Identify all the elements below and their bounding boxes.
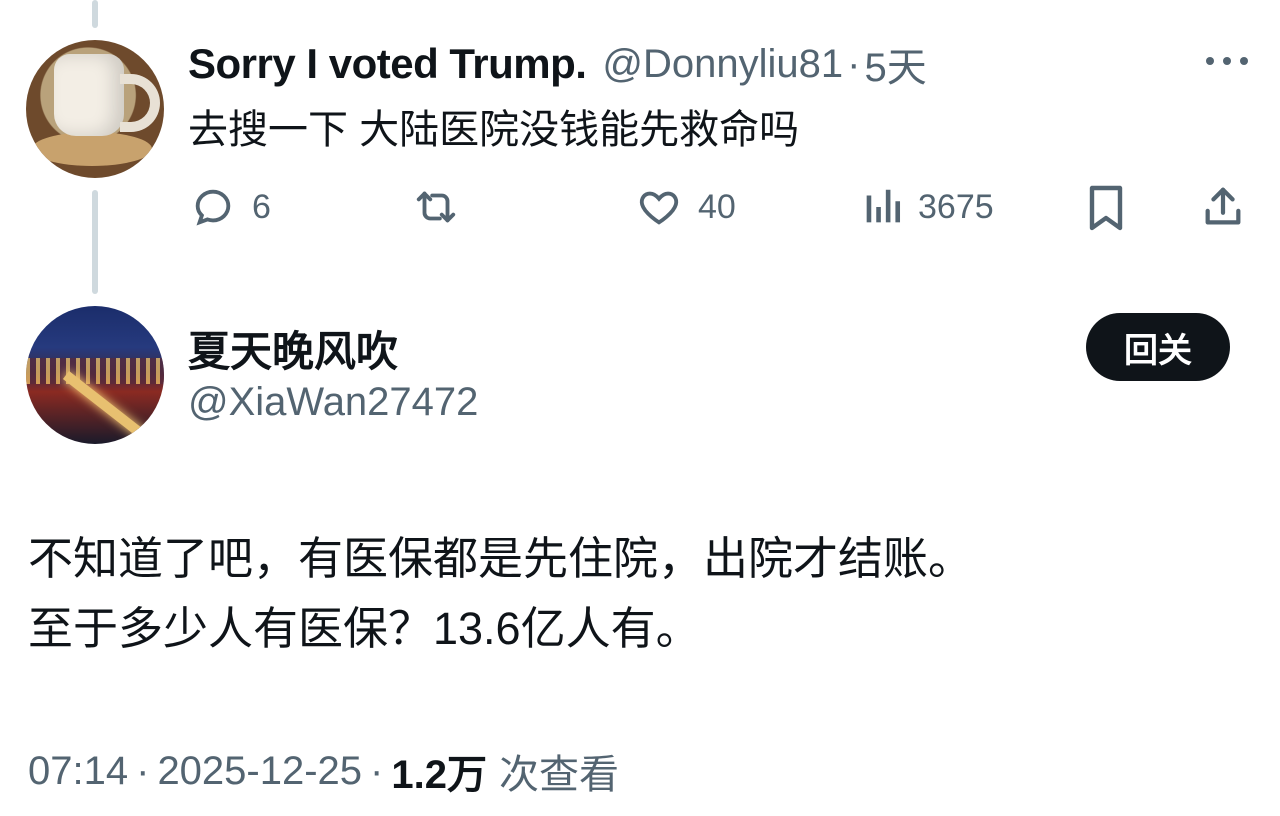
bookmark-icon: [1089, 185, 1123, 231]
tweet-time[interactable]: 07:14: [28, 749, 128, 794]
retweet-icon: [416, 191, 456, 223]
main-display-name[interactable]: 夏天晚风吹: [188, 318, 398, 379]
parent-handle[interactable]: @Donnyliu81: [602, 42, 843, 87]
like-count: 40: [698, 187, 736, 226]
reply-count: 6: [252, 187, 271, 226]
bookmark-button[interactable]: [1086, 184, 1126, 232]
avatar-coaster-shape: [32, 132, 152, 166]
parent-action-bar: 6 40 3675: [0, 184, 1280, 232]
main-tweet-line: 至于多少人有医保？13.6亿人有。: [28, 603, 701, 654]
share-icon: [1205, 187, 1241, 225]
avatar-city-lights-shape: [26, 358, 164, 384]
views-count: 3675: [918, 187, 994, 226]
tweet-date[interactable]: 2025-12-25: [157, 749, 362, 794]
avatar-cup-handle-shape: [120, 74, 160, 132]
meta-separator: ·: [370, 748, 384, 793]
retweet-button[interactable]: [410, 184, 462, 230]
main-tweet-line: 不知道了吧，有医保都是先住院，出院才结账。: [28, 533, 974, 584]
like-button[interactable]: 40: [636, 184, 736, 230]
meta-separator: ·: [136, 748, 150, 793]
reply-icon: [195, 189, 231, 226]
tweet-meta: 07:14 · 2025-12-25 · 1.2万 次查看: [28, 742, 619, 800]
parent-avatar[interactable]: [26, 40, 164, 178]
like-icon: [639, 191, 679, 225]
parent-display-name[interactable]: Sorry I voted Trump.: [188, 40, 587, 88]
main-handle[interactable]: @XiaWan27472: [188, 380, 478, 425]
main-tweet-text: 不知道了吧，有医保都是先住院，出院才结账。 至于多少人有医保？13.6亿人有。: [28, 524, 973, 664]
tweet-views-count: 1.2万: [391, 753, 487, 797]
parent-time[interactable]: 5天: [865, 35, 927, 93]
avatar-cup-shape: [54, 54, 124, 136]
parent-tweet-text: 去搜一下 大陆医院没钱能先救命吗: [188, 108, 800, 152]
parent-tweet-header: Sorry I voted Trump. @Donnyliu81 · 5天: [188, 34, 927, 94]
tweet-views-label: 次查看: [498, 753, 619, 797]
thread-line-top: [92, 0, 98, 28]
views-button[interactable]: 3675: [862, 184, 994, 230]
follow-back-button[interactable]: 回关: [1086, 313, 1230, 381]
share-button[interactable]: [1200, 184, 1246, 230]
reply-button[interactable]: 6: [190, 184, 271, 230]
main-avatar[interactable]: [26, 306, 164, 444]
parent-separator: ·: [847, 41, 861, 86]
more-icon[interactable]: [1206, 54, 1248, 68]
views-icon: [866, 189, 901, 223]
